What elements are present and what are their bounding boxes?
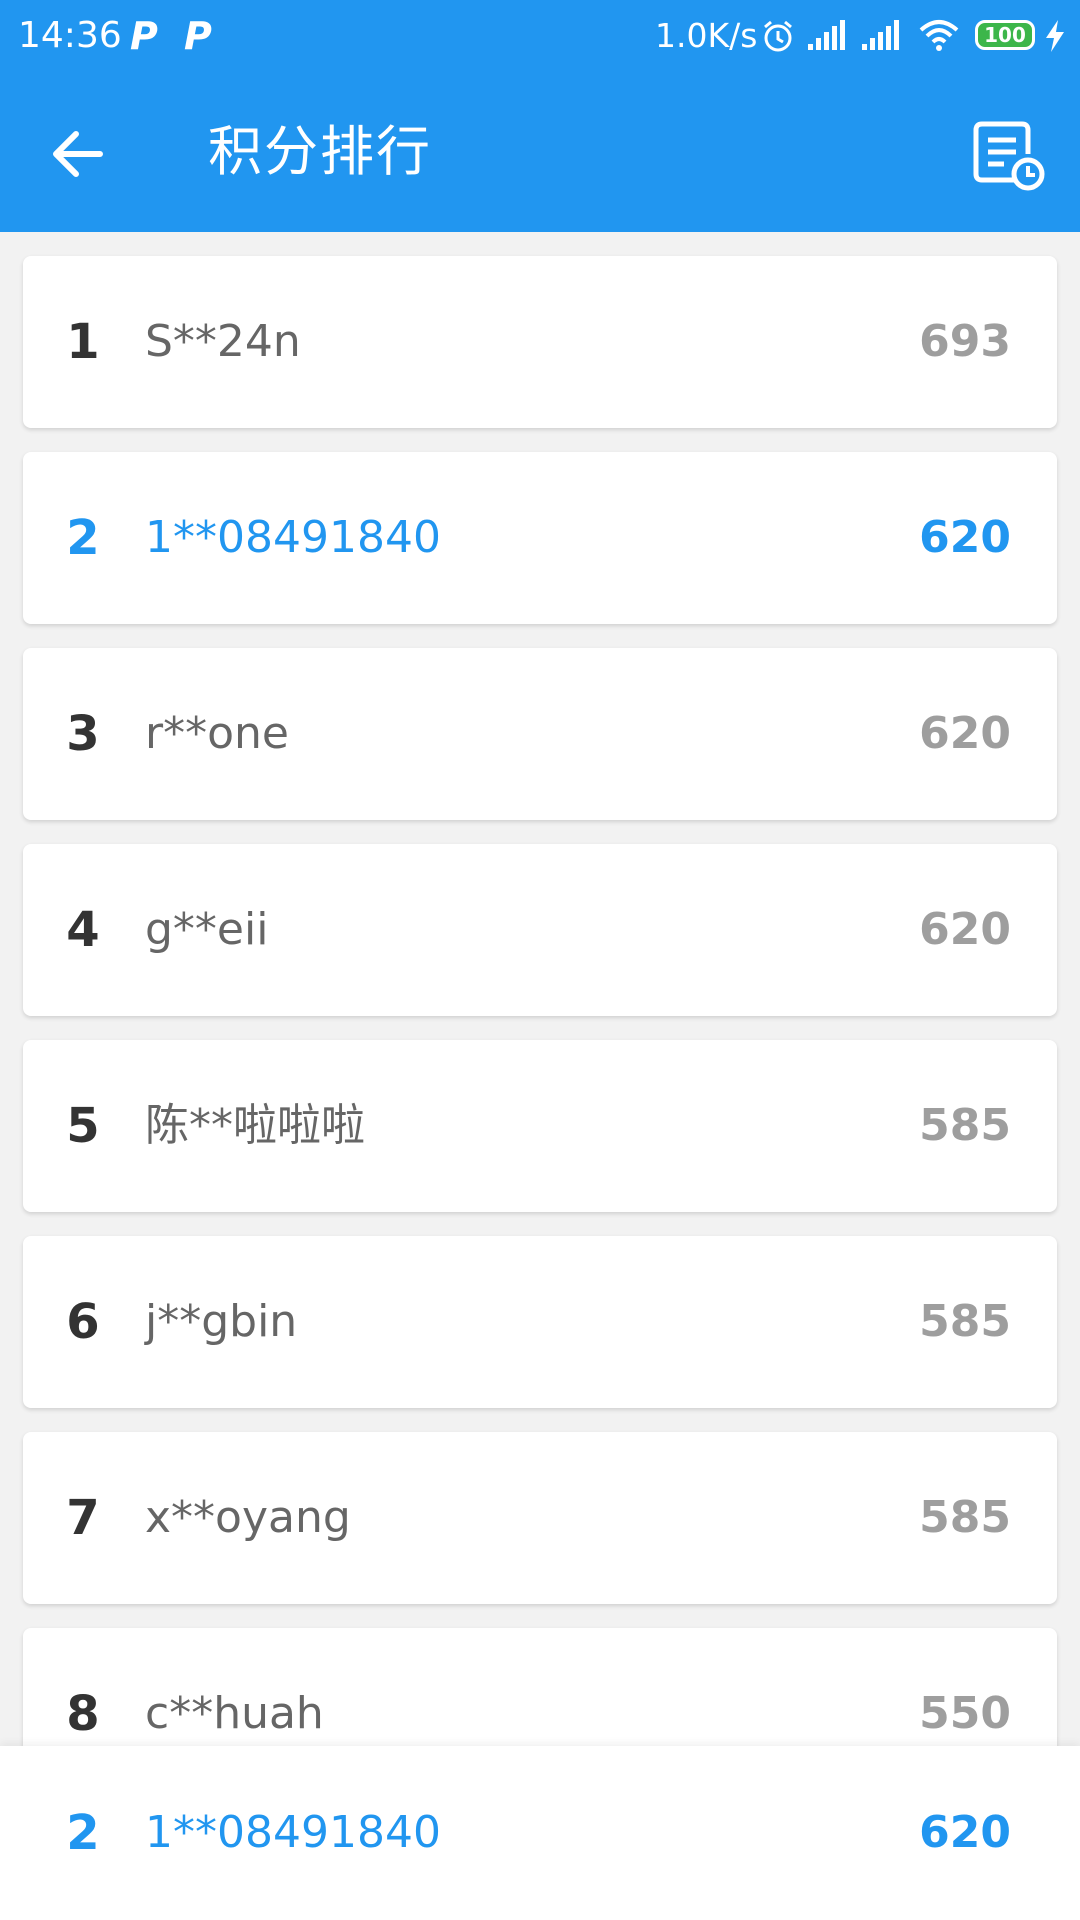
rank-score: 585 <box>919 1492 1011 1543</box>
rank-row[interactable]: 5 陈**啦啦啦 585 <box>23 1040 1057 1212</box>
rank-score: 585 <box>919 1100 1011 1151</box>
wifi-icon <box>919 20 959 51</box>
rank-number: 5 <box>66 1098 100 1154</box>
rank-user-name: r**one <box>145 708 289 759</box>
rank-score: 620 <box>919 512 1011 563</box>
my-rank-bar: 2 1**08491840 620 <box>0 1746 1080 1920</box>
notification-p-icon: P <box>184 14 212 58</box>
rank-user-name: j**gbin <box>145 1296 298 1347</box>
rank-score: 585 <box>919 1296 1011 1347</box>
rank-number: 6 <box>66 1294 100 1350</box>
rank-number: 2 <box>66 510 100 566</box>
battery-icon: 100 <box>975 20 1035 50</box>
my-rank-name: 1**08491840 <box>145 1807 441 1858</box>
rank-number: 3 <box>66 706 100 762</box>
history-button[interactable] <box>968 116 1048 196</box>
rank-number: 4 <box>66 902 100 958</box>
status-time: 14:36 <box>18 15 122 56</box>
back-button[interactable] <box>40 114 120 194</box>
rank-number: 1 <box>66 314 100 370</box>
rank-score: 620 <box>919 904 1011 955</box>
rank-row[interactable]: 2 1**08491840 620 <box>23 452 1057 624</box>
rank-user-name: S**24n <box>145 316 301 367</box>
rank-number: 7 <box>66 1490 100 1546</box>
arrow-left-icon <box>53 131 103 177</box>
network-speed: 1.0K/s <box>655 16 758 55</box>
notification-p-icon: P <box>130 14 158 58</box>
rank-user-name: 陈**啦啦啦 <box>145 1100 365 1151</box>
page-title: 积分排行 <box>208 120 432 183</box>
rank-score: 620 <box>919 708 1011 759</box>
rank-user-name: 1**08491840 <box>145 512 441 563</box>
rank-row[interactable]: 4 g**eii 620 <box>23 844 1057 1016</box>
my-rank-score: 620 <box>919 1807 1011 1858</box>
rank-row[interactable]: 3 r**one 620 <box>23 648 1057 820</box>
my-rank-number: 2 <box>66 1805 100 1861</box>
signal-icon <box>862 20 899 50</box>
status-bar: 14:36 P P 1.0K/s 100 <box>0 0 1080 72</box>
rank-row[interactable]: 7 x**oyang 585 <box>23 1432 1057 1604</box>
battery-level: 100 <box>984 23 1026 47</box>
rank-user-name: g**eii <box>145 904 269 955</box>
rank-row[interactable]: 1 S**24n 693 <box>23 256 1057 428</box>
app-bar: 积分排行 <box>0 72 1080 232</box>
rank-user-name: x**oyang <box>145 1492 351 1543</box>
rank-row[interactable]: 6 j**gbin 585 <box>23 1236 1057 1408</box>
alarm-icon <box>764 20 792 52</box>
signal-icon <box>808 20 845 50</box>
charging-icon <box>1046 20 1064 52</box>
rank-score: 693 <box>919 316 1011 367</box>
document-clock-icon <box>973 121 1045 191</box>
